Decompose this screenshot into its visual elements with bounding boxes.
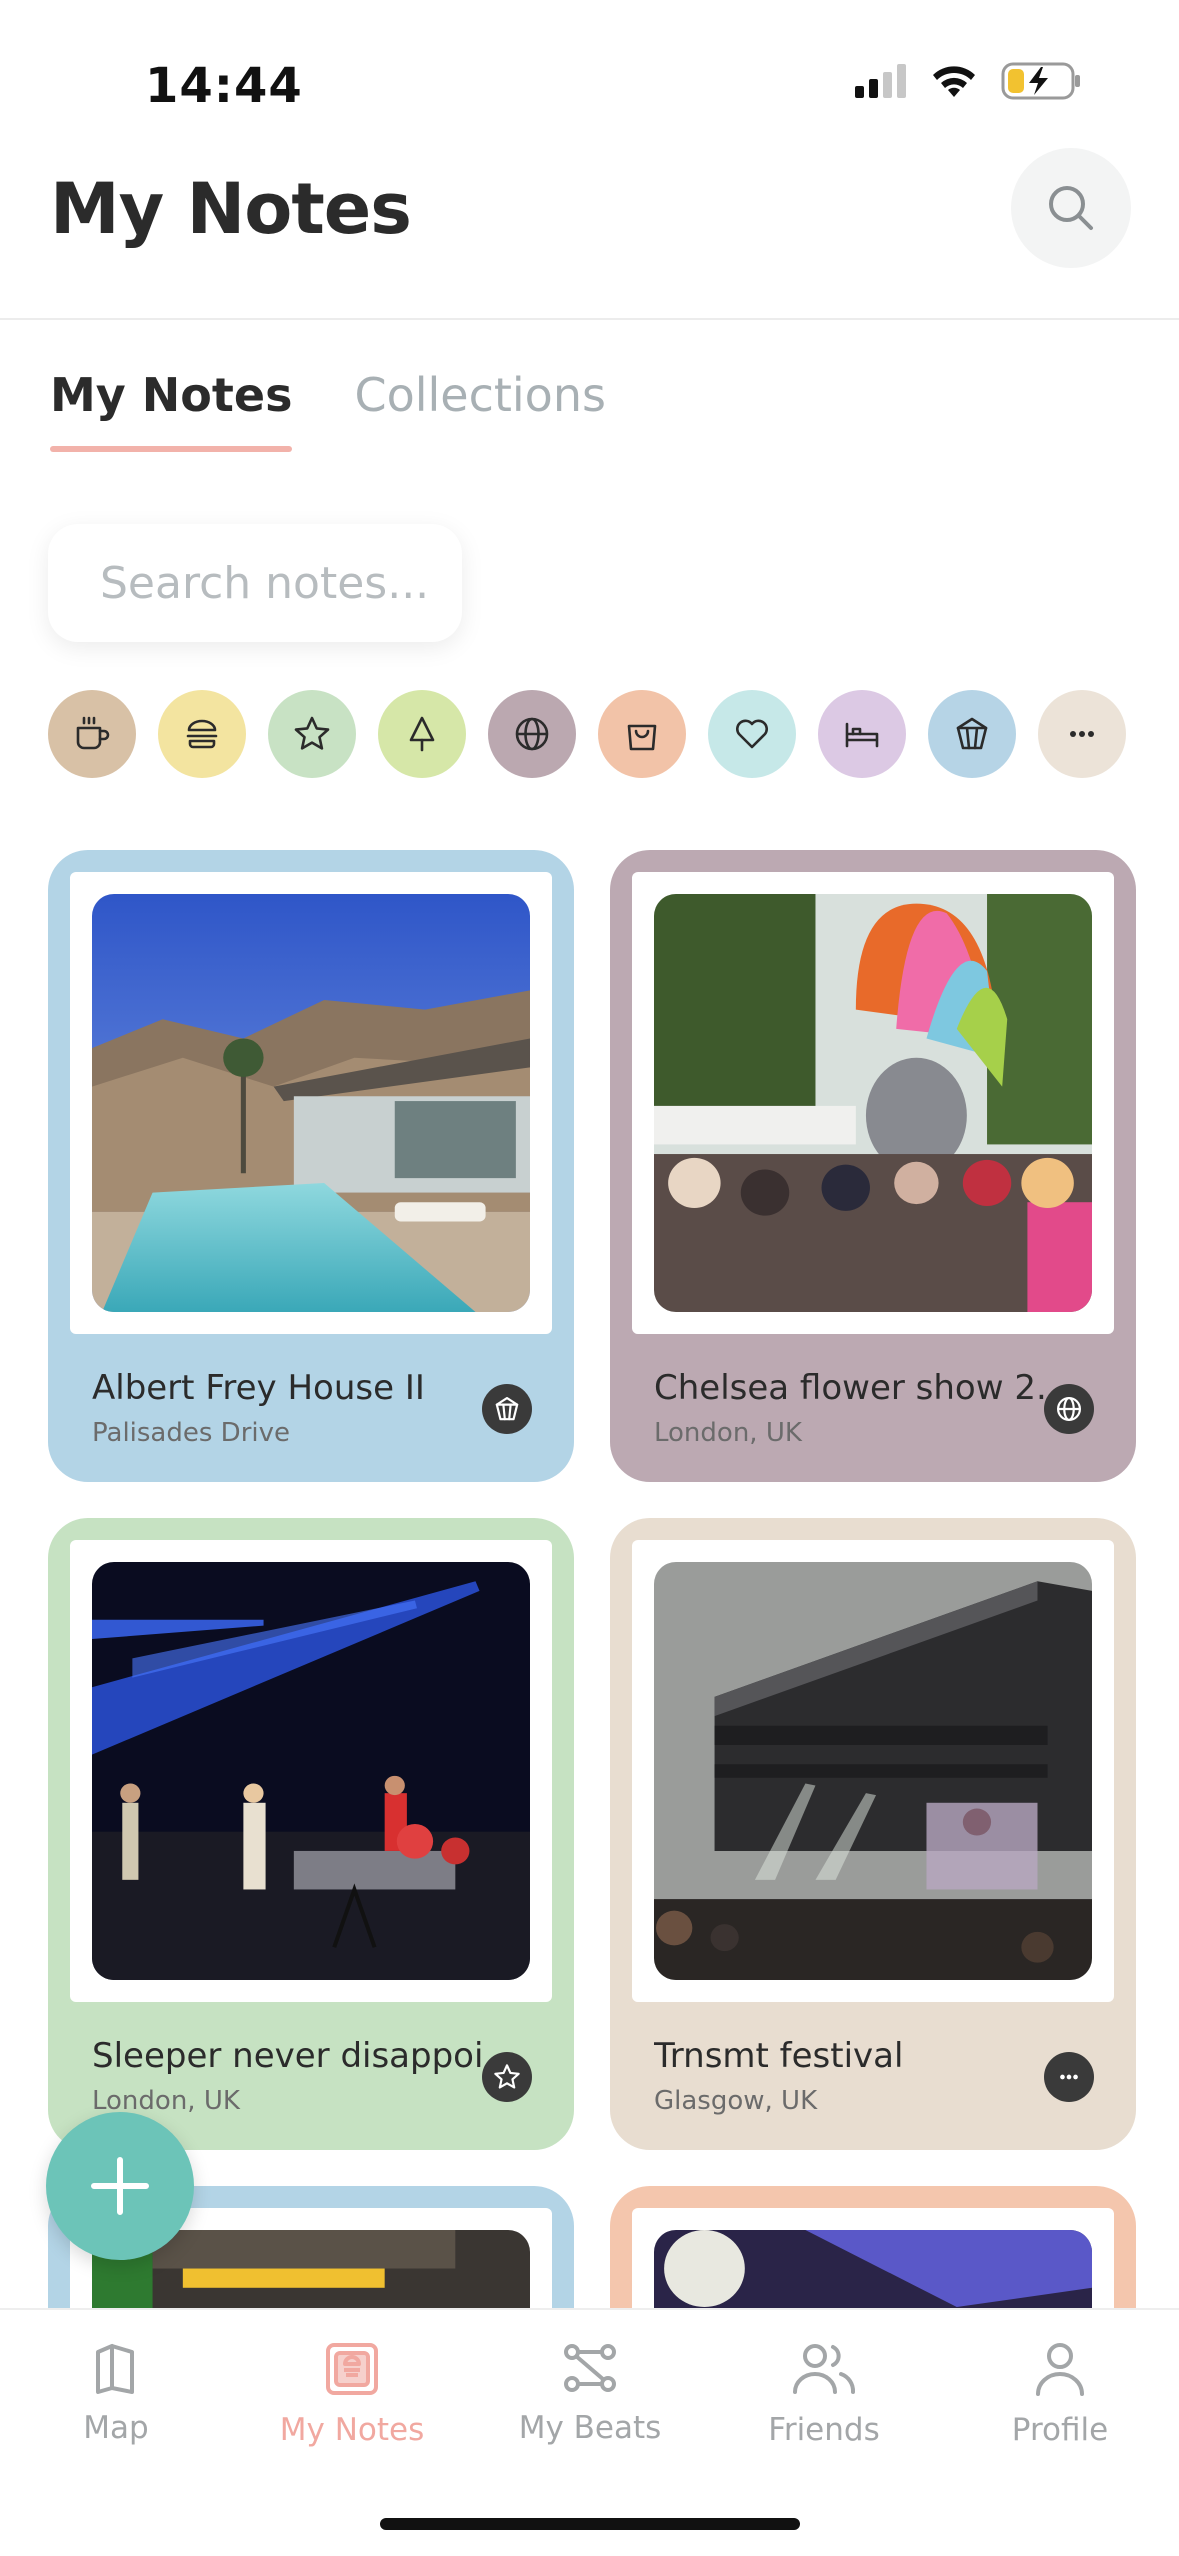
- tab-collections[interactable]: Collections: [354, 368, 606, 452]
- category-badge: [482, 1384, 532, 1434]
- friends-icon: [793, 2344, 855, 2394]
- burger-icon: [186, 719, 218, 749]
- photo-frame: [632, 1540, 1114, 2002]
- landmark-icon: [956, 717, 988, 750]
- filter-coffee[interactable]: [48, 690, 136, 778]
- notes-grid: Albert Frey House II Palisades Drive Che…: [48, 850, 1136, 2386]
- globe-icon: [515, 717, 549, 751]
- category-badge: [1044, 1384, 1094, 1434]
- filter-food[interactable]: [158, 690, 246, 778]
- tree-icon: [409, 716, 435, 752]
- search-notes-input[interactable]: [100, 557, 440, 609]
- photo-frame: [632, 872, 1114, 1334]
- filter-stay[interactable]: [818, 690, 906, 778]
- beats-icon: [564, 2344, 616, 2392]
- filter-more[interactable]: [1038, 690, 1126, 778]
- battery-charging-icon: [1001, 62, 1080, 100]
- note-card[interactable]: Chelsea flower show 2... London, UK: [610, 850, 1136, 1482]
- segmented-tabs: My Notes Collections: [50, 368, 606, 452]
- tabbar-label: Profile: [1011, 2412, 1109, 2448]
- note-location: London, UK: [654, 1418, 802, 1448]
- cellular-signal-icon: [855, 64, 906, 98]
- category-badge: [482, 2052, 532, 2102]
- filter-culture[interactable]: [488, 690, 576, 778]
- category-badge: [1044, 2052, 1094, 2102]
- coffee-icon: [76, 716, 110, 750]
- photo-frame: [70, 1540, 552, 2002]
- tabbar-friends[interactable]: Friends: [724, 2340, 924, 2448]
- add-note-button[interactable]: [46, 2112, 194, 2260]
- status-icons: [855, 62, 1081, 100]
- note-title: Albert Frey House II: [92, 1368, 425, 1408]
- star-icon: [494, 2064, 520, 2089]
- search-icon: [1049, 186, 1093, 230]
- note-title: Chelsea flower show 2...: [654, 1368, 1054, 1408]
- note-card[interactable]: Trnsmt festival Glasgow, UK: [610, 1518, 1136, 2150]
- note-title: Trnsmt festival: [654, 2036, 904, 2076]
- search-button[interactable]: [1011, 148, 1131, 268]
- filter-shopping[interactable]: [598, 690, 686, 778]
- globe-icon: [1057, 1397, 1081, 1421]
- tabbar-label: My Notes: [279, 2412, 425, 2448]
- note-photo: [654, 1562, 1092, 1980]
- note-photo: [654, 894, 1092, 1312]
- tabbar-label: My Beats: [518, 2410, 662, 2446]
- plus-icon: [91, 2157, 149, 2215]
- note-card[interactable]: Sleeper never disappoi... London, UK: [48, 1518, 574, 2150]
- more-icon: [1070, 731, 1094, 737]
- note-location: Palisades Drive: [92, 1418, 290, 1448]
- landmark-icon: [495, 1397, 519, 1421]
- profile-icon: [1036, 2343, 1084, 2396]
- bed-icon: [845, 722, 879, 748]
- page-title: My Notes: [50, 168, 412, 250]
- tabbar-my-notes[interactable]: My Notes: [252, 2340, 452, 2448]
- tabbar-label: Friends: [768, 2412, 880, 2448]
- tabbar-map[interactable]: Map: [16, 2340, 216, 2446]
- note-card[interactable]: Albert Frey House II Palisades Drive: [48, 850, 574, 1482]
- photo-frame: [70, 872, 552, 1334]
- status-bar: 14:44: [0, 0, 1179, 140]
- wifi-icon: [933, 66, 975, 97]
- home-indicator: [380, 2518, 800, 2530]
- tabbar-label: Map: [83, 2410, 149, 2446]
- status-time: 14:44: [145, 58, 303, 114]
- tabbar-profile[interactable]: Profile: [960, 2340, 1160, 2448]
- shopping-bag-icon: [627, 724, 657, 751]
- map-icon: [96, 2344, 134, 2394]
- tab-my-notes[interactable]: My Notes: [50, 368, 293, 452]
- heart-icon: [736, 719, 768, 749]
- filter-nature[interactable]: [378, 690, 466, 778]
- notes-icon: [326, 2343, 378, 2395]
- more-icon: [1060, 2074, 1078, 2080]
- note-photo: [92, 894, 530, 1312]
- filter-favourites[interactable]: [268, 690, 356, 778]
- note-photo: [92, 1562, 530, 1980]
- filter-love[interactable]: [708, 690, 796, 778]
- header: My Notes: [0, 140, 1179, 320]
- search-notes-box[interactable]: [48, 524, 462, 642]
- filter-landmark[interactable]: [928, 690, 1016, 778]
- note-title: Sleeper never disappoi...: [92, 2036, 492, 2076]
- category-filters: [48, 690, 1126, 778]
- tabbar-my-beats[interactable]: My Beats: [490, 2340, 690, 2446]
- note-location: Glasgow, UK: [654, 2086, 818, 2116]
- star-icon: [294, 716, 330, 750]
